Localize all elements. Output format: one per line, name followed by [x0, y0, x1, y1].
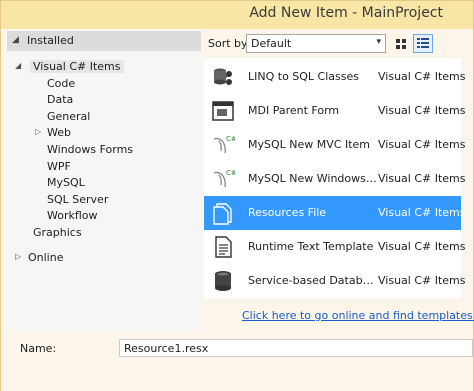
sort-by-dropdown[interactable]: Default ▾ — [246, 34, 386, 53]
item-category: Visual C# Items — [378, 274, 466, 287]
item-category: Visual C# Items — [378, 206, 466, 219]
tree-item-label: Visual C# Items — [30, 60, 124, 73]
template-list: LINQ to SQL Classes Visual C# Items MDI … — [204, 58, 466, 298]
list-view-icon — [417, 38, 429, 49]
tree-item-label: General — [47, 110, 91, 123]
list-item-mdi-parent-form[interactable]: MDI Parent Form Visual C# Items — [204, 94, 466, 128]
tree-item-label: Web — [47, 126, 71, 139]
mysql-dolphin-icon: C# — [213, 135, 235, 154]
installed-label: Installed — [27, 34, 74, 47]
sort-by-value: Default — [251, 37, 292, 50]
item-name: Service-based Database — [248, 274, 378, 287]
list-item-runtime-text-template[interactable]: Runtime Text Template Visual C# Items — [204, 230, 466, 264]
svg-text:C#: C# — [226, 169, 235, 177]
collapsed-arrow-icon[interactable]: ▷ — [15, 252, 21, 261]
database-icon — [215, 271, 231, 291]
item-name: Resources File — [248, 206, 327, 219]
tree-item-label: WPF — [47, 160, 71, 173]
item-category: Visual C# Items — [378, 70, 466, 83]
item-category: Visual C# Items — [378, 138, 466, 151]
grid-view-icon — [396, 39, 406, 49]
item-category: Visual C# Items — [378, 172, 466, 185]
tree-item-label: Windows Forms — [47, 143, 134, 156]
list-item-mysql-new-mvc-item[interactable]: C# MySQL New MVC Item Visual C# Items — [204, 128, 466, 162]
item-name: MySQL New MVC Item — [248, 138, 370, 151]
tree-item-label: Data — [47, 93, 74, 106]
title-bar[interactable]: Add New Item - MainProject — [1, 1, 473, 29]
sort-bar: Sort by: Default ▾ — [203, 32, 473, 54]
item-name: MDI Parent Form — [248, 104, 340, 117]
list-view-button[interactable] — [413, 34, 433, 53]
tree-item-label: Graphics — [33, 226, 82, 239]
mdi-form-icon — [212, 101, 234, 121]
chevron-down-icon: ▾ — [376, 37, 381, 47]
text-template-icon — [215, 236, 232, 258]
find-templates-online-link[interactable]: Click here to go online and find templat… — [242, 309, 474, 322]
item-category: Visual C# Items — [378, 240, 466, 253]
tree-item-label: SQL Server — [47, 193, 109, 206]
name-label: Name: — [20, 342, 57, 355]
online-label: Online — [28, 251, 64, 264]
expanded-arrow-icon[interactable]: ◢ — [15, 61, 21, 70]
window-title: Add New Item - MainProject — [249, 5, 443, 21]
template-tree-panel: ◢ Installed ◢ Visual C# Items Code Data … — [7, 29, 201, 331]
sort-by-label: Sort by: — [208, 37, 251, 50]
tree-item-label: MySQL — [47, 176, 85, 189]
collapse-arrow-icon[interactable]: ◢ — [12, 35, 19, 45]
collapsed-arrow-icon[interactable]: ▷ — [35, 127, 41, 136]
installed-header[interactable]: ◢ Installed — [7, 31, 201, 51]
list-item-mysql-new-windows-form[interactable]: C# MySQL New Windows For... Visual C# It… — [204, 162, 466, 196]
list-item-linq-to-sql-classes[interactable]: LINQ to SQL Classes Visual C# Items — [204, 60, 466, 94]
tree-item-visual-csharp-items[interactable]: ◢ Visual C# Items — [13, 59, 193, 75]
item-name: LINQ to SQL Classes — [248, 70, 359, 83]
item-category: Visual C# Items — [378, 104, 466, 117]
item-name: MySQL New Windows For... — [248, 172, 378, 185]
resources-file-icon — [213, 203, 232, 225]
add-new-item-dialog: Add New Item - MainProject ◢ Installed ◢… — [0, 0, 474, 391]
list-item-resources-file[interactable]: Resources File Visual C# Items — [204, 196, 466, 230]
linq-icon — [214, 68, 232, 85]
svg-text:C#: C# — [226, 135, 235, 143]
mysql-dolphin-icon: C# — [213, 169, 235, 188]
medium-icons-view-button[interactable] — [391, 34, 411, 53]
tree-item-label: Code — [47, 77, 76, 90]
name-input[interactable] — [119, 339, 473, 357]
tree-item-label: Workflow — [47, 209, 98, 222]
list-item-service-based-database[interactable]: Service-based Database Visual C# Items — [204, 264, 466, 298]
item-name: Runtime Text Template — [248, 240, 374, 253]
